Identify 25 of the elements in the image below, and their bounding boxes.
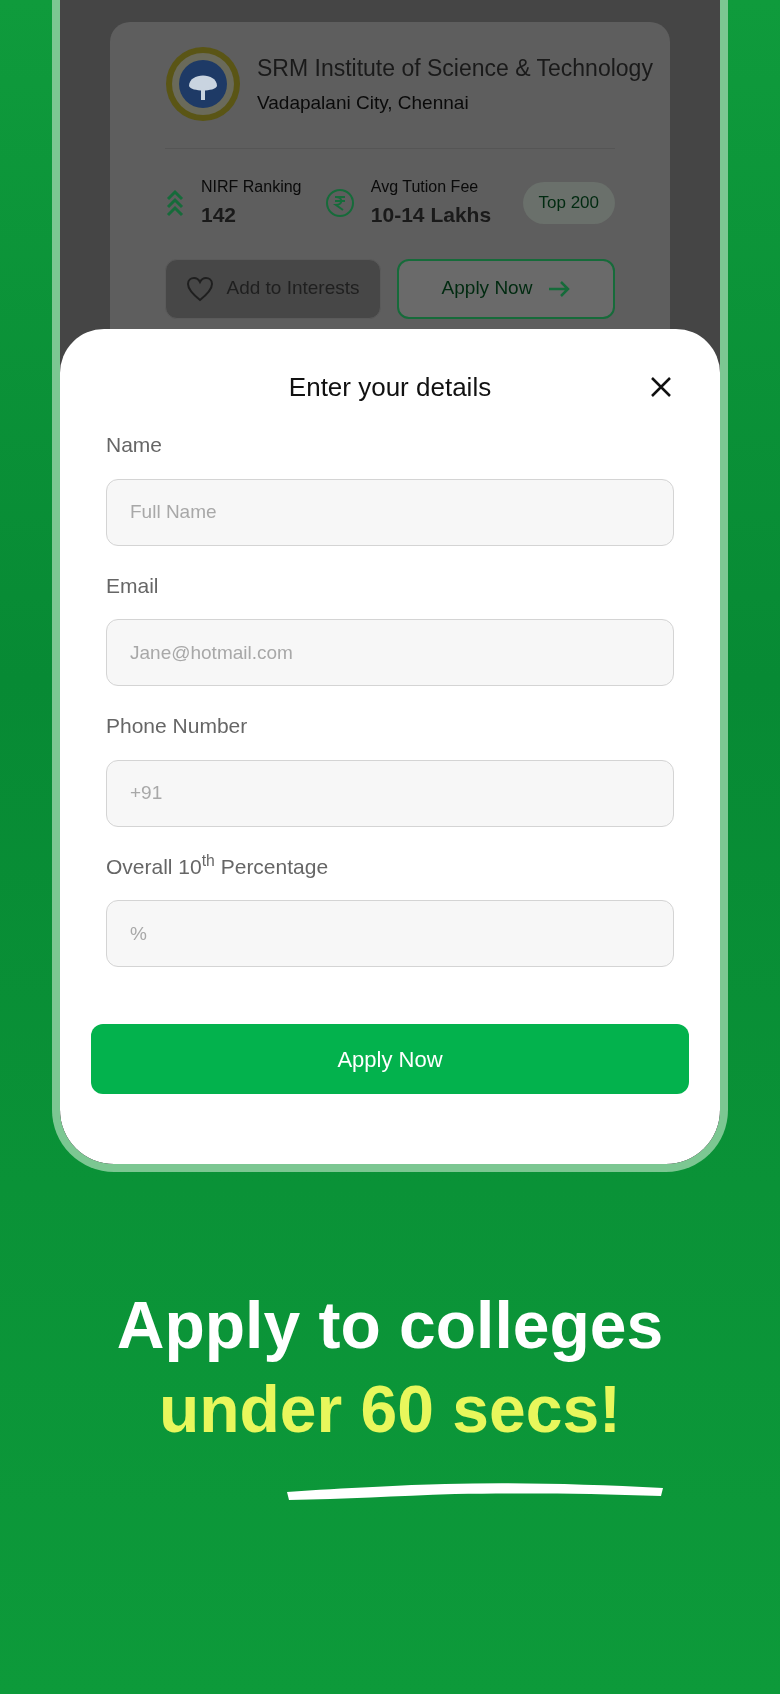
college-location: Vadapalani City, Chennai xyxy=(257,91,470,115)
apply-now-button[interactable]: Apply Now xyxy=(397,258,615,319)
text-field[interactable]: Full Name xyxy=(106,478,674,546)
headline: under 60 secs! xyxy=(158,1376,622,1442)
apply-now-button[interactable]: Apply Now xyxy=(91,1024,689,1094)
top-rank-badge: Top 200 xyxy=(522,182,615,224)
stat-value: 142 xyxy=(201,202,238,228)
college-logo-icon xyxy=(165,46,241,122)
stat-value: 10-14 Lakhs xyxy=(370,202,492,228)
rupee-icon xyxy=(324,187,355,218)
modal-title: Enter your details xyxy=(288,370,492,404)
stat-label: Avg Tution Fee xyxy=(370,177,480,197)
text-field[interactable]: +91 xyxy=(106,759,674,827)
text-field[interactable]: Jane@hotmail.com xyxy=(106,619,674,686)
field-label: Name xyxy=(106,432,164,458)
close-icon xyxy=(650,376,672,398)
chevrons-up-icon xyxy=(165,188,185,217)
stat-label: NIRF Ranking xyxy=(201,177,302,197)
heart-icon xyxy=(186,275,215,302)
field-label: Phone Number xyxy=(106,713,249,739)
field-label: Email xyxy=(106,572,160,599)
college-name: SRM Institute of Science & Technology xyxy=(257,53,653,83)
arrow-right-icon xyxy=(548,279,571,298)
text-field[interactable]: % xyxy=(106,900,674,967)
field-label: Overall 10$^{th}$ Percentage xyxy=(106,850,330,880)
